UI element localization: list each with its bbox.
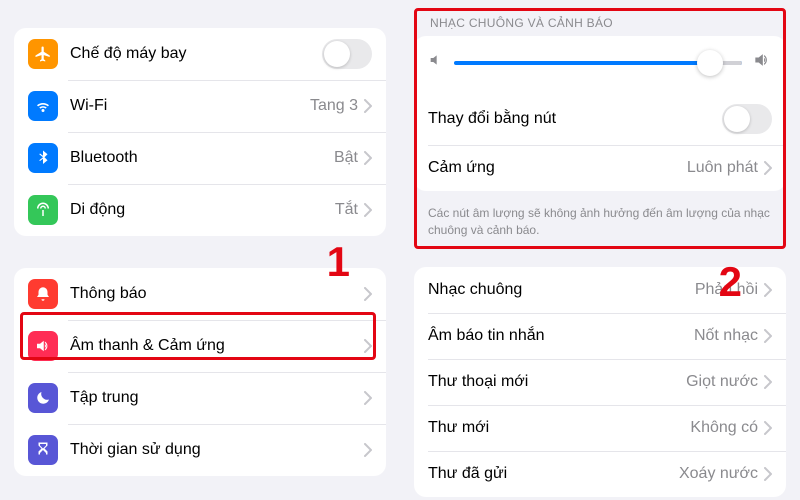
- row-wifi[interactable]: Wi-Fi Tang 3: [14, 80, 386, 132]
- sounds-detail-panel: NHẠC CHUÔNG VÀ CẢNH BÁO Thay đổi bằng nú…: [400, 0, 800, 500]
- bell-icon: [28, 279, 58, 309]
- bluetooth-icon: [28, 143, 58, 173]
- general-group: Thông báo Âm thanh & Cảm ứng Tập trung T…: [14, 268, 386, 476]
- chevron-right-icon: [364, 203, 372, 217]
- row-texttone[interactable]: Âm báo tin nhắn Nốt nhạc: [414, 313, 786, 359]
- speaker-low-icon: [428, 52, 444, 73]
- row-screentime[interactable]: Thời gian sử dụng: [14, 424, 386, 476]
- newmail-value: Không có: [690, 419, 758, 437]
- change-buttons-label: Thay đổi bằng nút: [428, 110, 722, 128]
- cellular-label: Di động: [70, 201, 335, 219]
- chevron-right-icon: [764, 421, 772, 435]
- chevron-right-icon: [764, 467, 772, 481]
- chevron-right-icon: [364, 151, 372, 165]
- row-ringtone[interactable]: Nhạc chuông Phản hồi: [414, 267, 786, 313]
- notifications-label: Thông báo: [70, 285, 364, 303]
- speaker-icon: [28, 331, 58, 361]
- ringtone-value: Phản hồi: [695, 281, 758, 299]
- row-focus[interactable]: Tập trung: [14, 372, 386, 424]
- haptics-label: Cảm ứng: [428, 159, 687, 177]
- change-buttons-toggle[interactable]: [722, 104, 772, 134]
- row-sounds-haptics[interactable]: Âm thanh & Cảm ứng: [14, 320, 386, 372]
- texttone-label: Âm báo tin nhắn: [428, 327, 694, 345]
- settings-main-panel: Chế độ máy bay Wi-Fi Tang 3 Bluetooth Bậ…: [0, 0, 400, 500]
- row-haptics[interactable]: Cảm ứng Luôn phát: [414, 145, 786, 191]
- ringer-group: Thay đổi bằng nút Cảm ứng Luôn phát: [414, 36, 786, 191]
- wifi-icon: [28, 91, 58, 121]
- texttone-value: Nốt nhạc: [694, 327, 758, 345]
- voicemail-label: Thư thoại mới: [428, 373, 686, 391]
- chevron-right-icon: [764, 161, 772, 175]
- row-voicemail[interactable]: Thư thoại mới Giọt nước: [414, 359, 786, 405]
- cellular-icon: [28, 195, 58, 225]
- chevron-right-icon: [764, 283, 772, 297]
- newmail-label: Thư mới: [428, 419, 690, 437]
- cellular-value: Tắt: [335, 201, 358, 219]
- sound-selection-group: Nhạc chuông Phản hồi Âm báo tin nhắn Nốt…: [414, 267, 786, 497]
- row-cellular[interactable]: Di động Tắt: [14, 184, 386, 236]
- row-airplane-mode[interactable]: Chế độ máy bay: [14, 28, 386, 80]
- chevron-right-icon: [764, 375, 772, 389]
- airplane-label: Chế độ máy bay: [70, 45, 322, 63]
- ringer-section-header: NHẠC CHUÔNG VÀ CẢNH BÁO: [414, 8, 786, 36]
- ringer-footer-note: Các nút âm lượng sẽ không ảnh hưởng đến …: [414, 197, 786, 249]
- bluetooth-label: Bluetooth: [70, 149, 334, 167]
- haptics-value: Luôn phát: [687, 159, 758, 177]
- chevron-right-icon: [364, 287, 372, 301]
- screentime-label: Thời gian sử dụng: [70, 441, 364, 459]
- sentmail-label: Thư đã gửi: [428, 465, 679, 483]
- volume-slider-row: [414, 36, 786, 93]
- row-change-with-buttons[interactable]: Thay đổi bằng nút: [414, 93, 786, 145]
- airplane-icon: [28, 39, 58, 69]
- hourglass-icon: [28, 435, 58, 465]
- chevron-right-icon: [364, 99, 372, 113]
- focus-label: Tập trung: [70, 389, 364, 407]
- row-newmail[interactable]: Thư mới Không có: [414, 405, 786, 451]
- airplane-toggle[interactable]: [322, 39, 372, 69]
- wifi-label: Wi-Fi: [70, 97, 310, 115]
- moon-icon: [28, 383, 58, 413]
- sentmail-value: Xoáy nước: [679, 465, 758, 483]
- row-notifications[interactable]: Thông báo: [14, 268, 386, 320]
- chevron-right-icon: [764, 329, 772, 343]
- speaker-high-icon: [752, 50, 772, 75]
- sounds-label: Âm thanh & Cảm ứng: [70, 337, 364, 355]
- bluetooth-value: Bật: [334, 149, 358, 167]
- chevron-right-icon: [364, 391, 372, 405]
- chevron-right-icon: [364, 443, 372, 457]
- slider-thumb[interactable]: [697, 50, 723, 76]
- row-bluetooth[interactable]: Bluetooth Bật: [14, 132, 386, 184]
- chevron-right-icon: [364, 339, 372, 353]
- wifi-value: Tang 3: [310, 97, 358, 115]
- connectivity-group: Chế độ máy bay Wi-Fi Tang 3 Bluetooth Bậ…: [14, 28, 386, 236]
- voicemail-value: Giọt nước: [686, 373, 758, 391]
- volume-slider[interactable]: [454, 61, 742, 65]
- ringtone-label: Nhạc chuông: [428, 281, 695, 299]
- row-sentmail[interactable]: Thư đã gửi Xoáy nước: [414, 451, 786, 497]
